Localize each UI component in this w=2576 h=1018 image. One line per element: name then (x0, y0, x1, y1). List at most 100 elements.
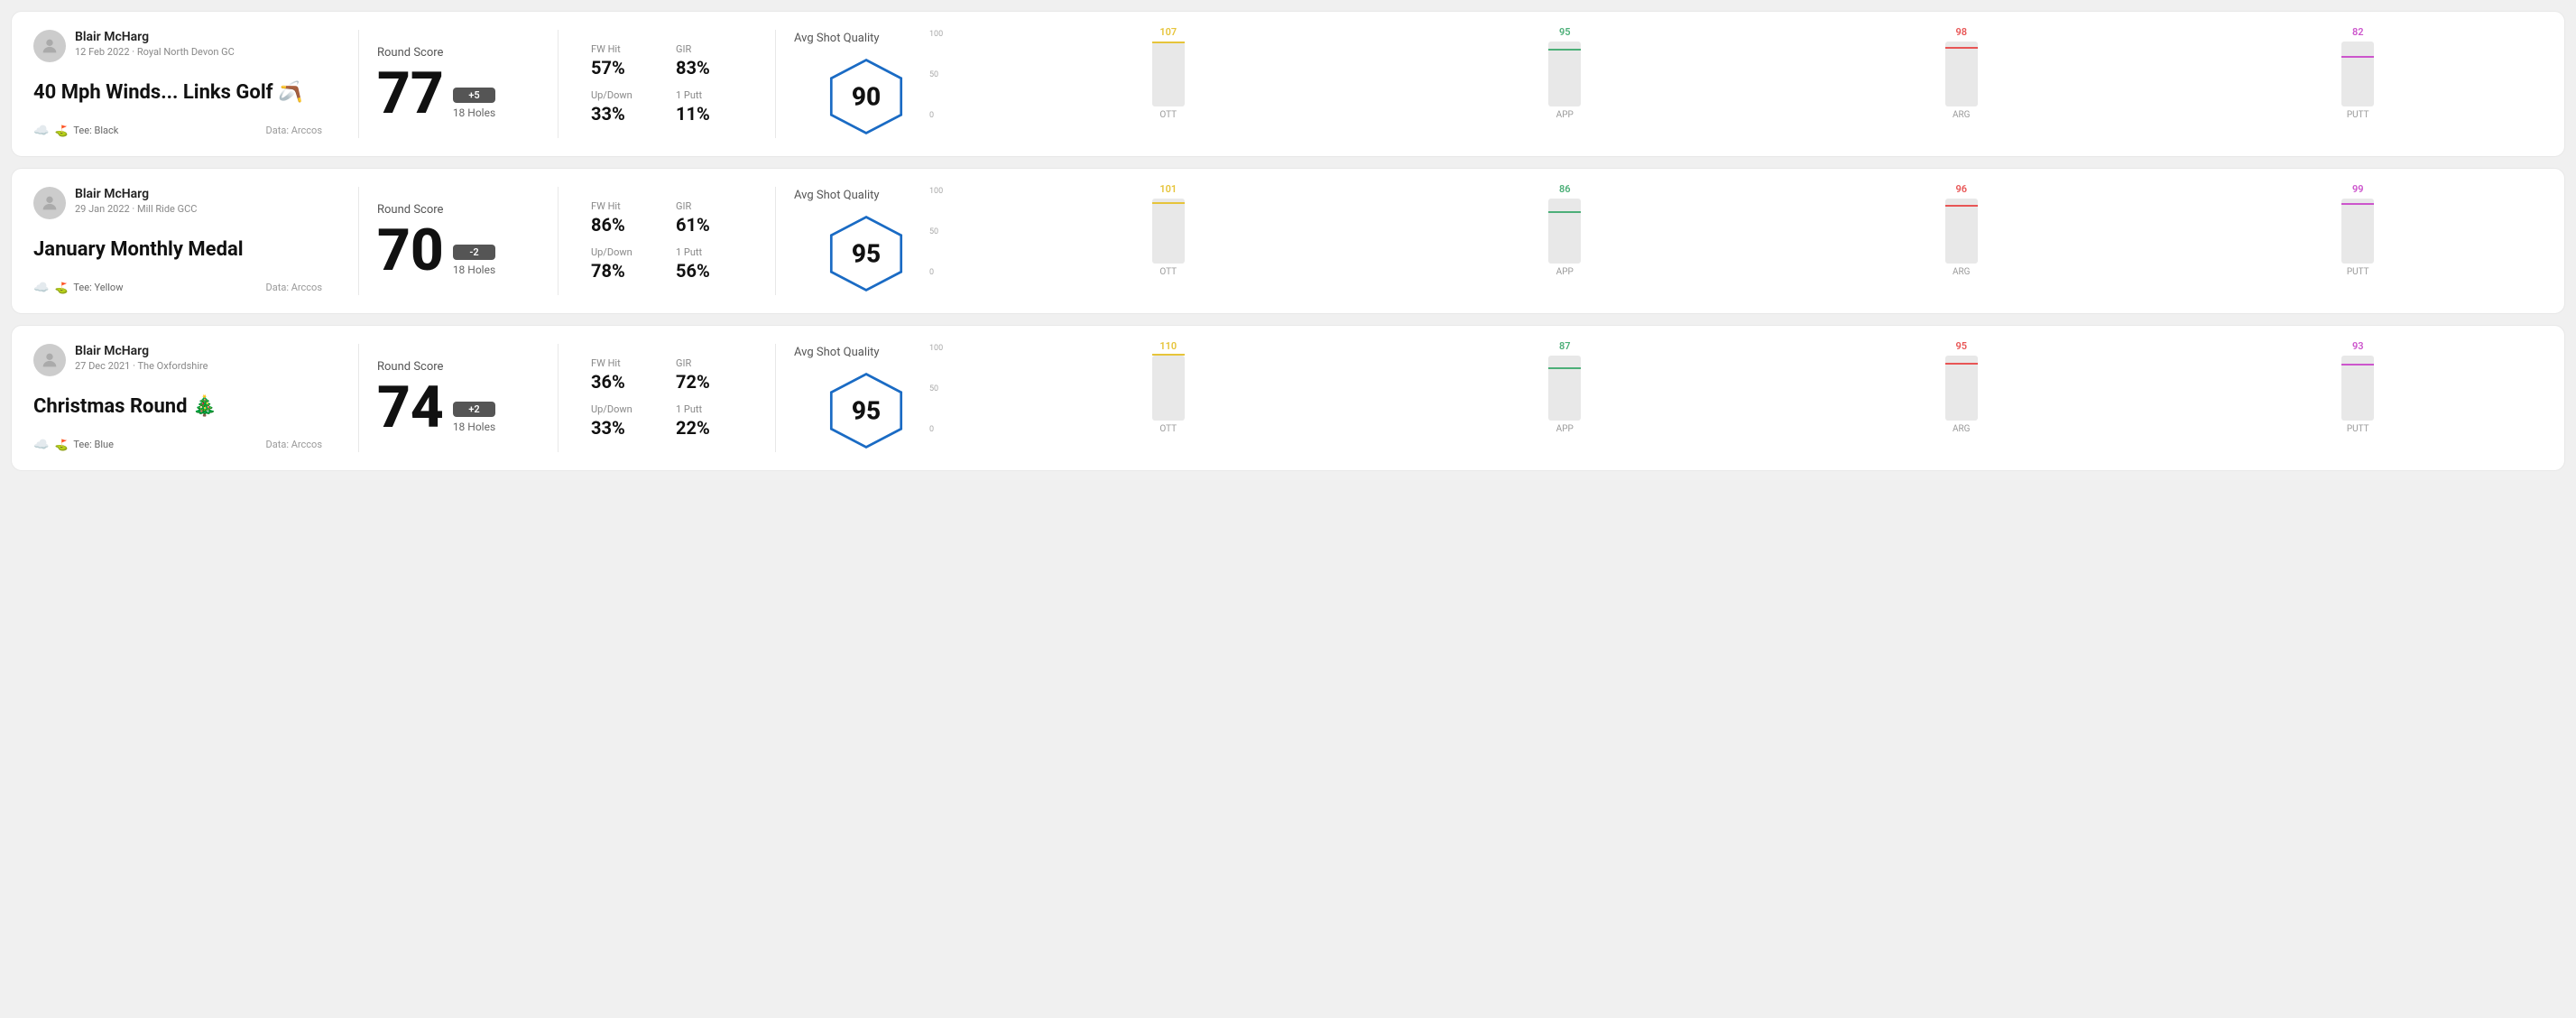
stat-gir-value: 83% (676, 57, 743, 79)
data-source: Data: Arccos (266, 125, 322, 136)
bar-group-arg: 98 ARG (1777, 26, 2147, 120)
data-source: Data: Arccos (266, 439, 322, 450)
hexagon: 95 (826, 370, 907, 451)
bar-group-app: 95APP (1380, 26, 1750, 120)
left-section: Blair McHarg12 Feb 2022 · Royal North De… (33, 30, 340, 138)
bar-group-ott: 107OTT (983, 26, 1353, 120)
stats-section: FW Hit57%GIR83%Up/Down33%1 Putt11% (577, 30, 757, 138)
bar-label-ott: OTT (1159, 424, 1177, 434)
left-section: Blair McHarg29 Jan 2022 · Mill Ride GCCJ… (33, 187, 340, 295)
left-section: Blair McHarg 27 Dec 2021 · The Oxfordshir… (33, 344, 340, 452)
stat-gir: GIR72% (676, 357, 743, 393)
score-badge: +2 (453, 402, 495, 417)
stat-gir-label: GIR (676, 200, 743, 212)
quality-label: Avg Shot Quality (794, 189, 880, 202)
score-number: 74 (377, 379, 444, 437)
bar-label-arg: ARG (1953, 267, 1971, 277)
bar-chart: 110OTT87APP95ARG93PUTT (983, 344, 2543, 452)
holes-text: 18 Holes (453, 421, 495, 433)
date-course: 12 Feb 2022 · Royal North Devon GC (75, 46, 235, 58)
y-label-0: 0 (929, 268, 943, 277)
bar-label-app: APP (1556, 110, 1574, 120)
stat-putt-value: 56% (676, 260, 743, 282)
round-card-3: Blair McHarg 27 Dec 2021 · The Oxfordshir… (11, 325, 2565, 471)
stat-gir-label: GIR (676, 357, 743, 369)
avatar (33, 344, 66, 376)
bar-label-app: APP (1556, 267, 1574, 277)
bar-chart: 107OTT95APP98ARG82PUTT (983, 30, 2543, 138)
score-details: +518 Holes (453, 88, 495, 119)
score-section: Round Score77+518 Holes (377, 30, 540, 138)
divider-2 (558, 344, 559, 452)
bottom-info: ☁️⛳Tee: Black Data: Arccos (33, 124, 322, 138)
user-details: Blair McHarg29 Jan 2022 · Mill Ride GCC (75, 187, 197, 215)
bar-value-arg: 98 (1955, 26, 1967, 38)
bar-line-app (1548, 211, 1581, 213)
bar-label-app: APP (1556, 424, 1574, 434)
tee-label: Tee: Black (73, 125, 118, 136)
bar-value-putt: 93 (2352, 340, 2364, 352)
tee-info: ☁️⛳Tee: Yellow (33, 281, 123, 295)
weather-icon: ☁️ (33, 124, 49, 138)
stat-updown: Up/Down33% (591, 403, 658, 439)
stat-fw-hit-label: FW Hit (591, 43, 658, 55)
stat-updown-label: Up/Down (591, 246, 658, 258)
y-label-100: 100 (929, 30, 943, 39)
bar-label-ott: OTT (1159, 267, 1177, 277)
bar-value-app: 87 (1559, 340, 1571, 352)
divider-1 (358, 344, 359, 452)
bar-line-arg (1945, 47, 1978, 49)
stat-updown-value: 78% (591, 260, 658, 282)
stat-putt: 1 Putt56% (676, 246, 743, 282)
stat-updown-label: Up/Down (591, 89, 658, 101)
avatar (33, 187, 66, 219)
round-title: Christmas Round 🎄 (33, 395, 322, 419)
bar-value-ott: 101 (1159, 183, 1177, 195)
data-source: Data: Arccos (266, 282, 322, 293)
divider-3 (775, 344, 776, 452)
stat-gir: GIR61% (676, 200, 743, 236)
bar-group-putt: 99 PUTT (2174, 183, 2544, 277)
bar-group-app: 87 APP (1380, 340, 1750, 434)
bar-group-app: 86APP (1380, 183, 1750, 277)
chart-area: 100500101OTT86APP96ARG99PUTT (956, 187, 2543, 295)
score-section: Round Score70-218 Holes (377, 187, 540, 295)
round-card-2: Blair McHarg29 Jan 2022 · Mill Ride GCCJ… (11, 168, 2565, 314)
y-label-0: 0 (929, 425, 943, 434)
y-label-50: 50 (929, 384, 943, 393)
bar-line-arg (1945, 363, 1978, 365)
stat-updown-value: 33% (591, 103, 658, 125)
quality-value: 95 (852, 395, 881, 425)
bar-label-putt: PUTT (2347, 267, 2369, 277)
quality-label: Avg Shot Quality (794, 32, 880, 45)
bottom-info: ☁️⛳Tee: BlueData: Arccos (33, 438, 322, 452)
y-label-100: 100 (929, 344, 943, 353)
quality-section: Avg Shot Quality 95 (794, 187, 938, 295)
stat-fw-hit: FW Hit57% (591, 43, 658, 79)
user-name: Blair McHarg (75, 344, 208, 358)
score-label: Round Score (377, 360, 540, 374)
stat-putt: 1 Putt22% (676, 403, 743, 439)
quality-value: 90 (852, 81, 881, 111)
user-info: Blair McHarg29 Jan 2022 · Mill Ride GCC (33, 187, 322, 219)
chart-y-axis: 100500 (929, 187, 943, 277)
quality-label: Avg Shot Quality (794, 346, 880, 359)
hexagon: 90 (826, 56, 907, 137)
score-row: 74 +2 18 Holes (377, 379, 540, 437)
bar-line-arg (1945, 205, 1978, 207)
weather-icon: ☁️ (33, 281, 49, 295)
bar-label-arg: ARG (1953, 110, 1971, 120)
y-label-50: 50 (929, 70, 943, 79)
chart-section: 100500110OTT87APP95ARG93PUTT (938, 344, 2543, 452)
bar-group-arg: 96ARG (1777, 183, 2147, 277)
date-course: 27 Dec 2021 · The Oxfordshire (75, 360, 208, 372)
bar-line-putt (2341, 203, 2374, 205)
tee-info: ☁️⛳Tee: Black (33, 124, 118, 138)
bottom-info: ☁️⛳Tee: Yellow Data: Arccos (33, 281, 322, 295)
stats-grid: FW Hit57%GIR83%Up/Down33%1 Putt11% (591, 43, 743, 125)
holes-text: 18 Holes (453, 264, 495, 276)
y-label-100: 100 (929, 187, 943, 196)
bar-value-putt: 99 (2352, 183, 2364, 195)
bar-group-putt: 93PUTT (2174, 340, 2544, 434)
bar-wrapper-arg (1945, 199, 1978, 264)
